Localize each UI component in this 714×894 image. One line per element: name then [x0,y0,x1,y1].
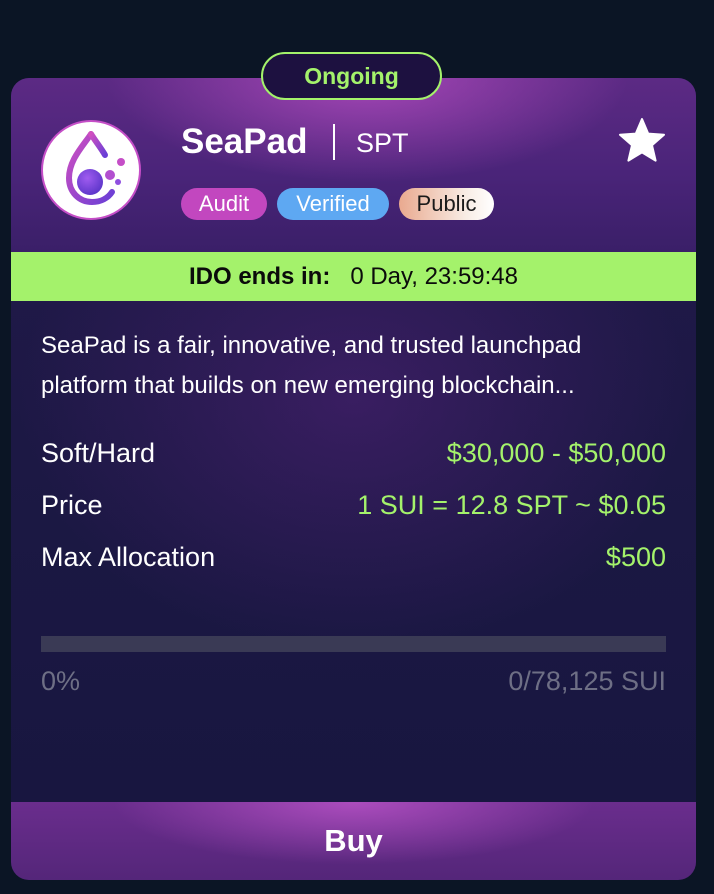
progress-amount: 0/78,125 SUI [508,666,666,696]
name-divider [333,124,335,160]
tag-audit: Audit [181,188,267,220]
countdown-value: 0 Day, 23:59:48 [350,262,518,290]
raise-progress-bar [41,636,666,652]
seapad-logo-icon [41,120,141,220]
star-icon[interactable] [617,116,667,166]
project-name: SeaPad [181,122,308,161]
ido-countdown-bar: IDO ends in: 0 Day, 23:59:48 [11,252,696,301]
project-ticker: SPT [356,128,409,158]
progress-percent: 0% [41,666,81,696]
stat-row-price: Price 1 SUI = 12.8 SPT ~ $0.05 [41,485,666,525]
stat-label: Max Allocation [41,541,216,572]
stat-value: $30,000 - $50,000 [446,437,666,468]
tag-public: Public [399,188,494,220]
stat-value: 1 SUI = 12.8 SPT ~ $0.05 [357,489,666,520]
stat-value: $500 [605,541,666,572]
stat-row-max-allocation: Max Allocation $500 [41,537,666,577]
card-header: SeaPad SPT Audit Verified Public [11,78,696,252]
status-badge: Ongoing [261,52,442,100]
stat-row-soft-hard: Soft/Hard $30,000 - $50,000 [41,433,666,473]
stat-label: Soft/Hard [41,437,156,468]
buy-button[interactable]: Buy [11,802,696,880]
tag-verified: Verified [277,188,389,220]
countdown-label: IDO ends in: [188,262,331,290]
stat-label: Price [41,489,103,520]
ido-project-card: SeaPad SPT Audit Verified Public IDO end… [11,78,696,880]
project-description: SeaPad is a fair, innovative, and truste… [41,332,582,399]
